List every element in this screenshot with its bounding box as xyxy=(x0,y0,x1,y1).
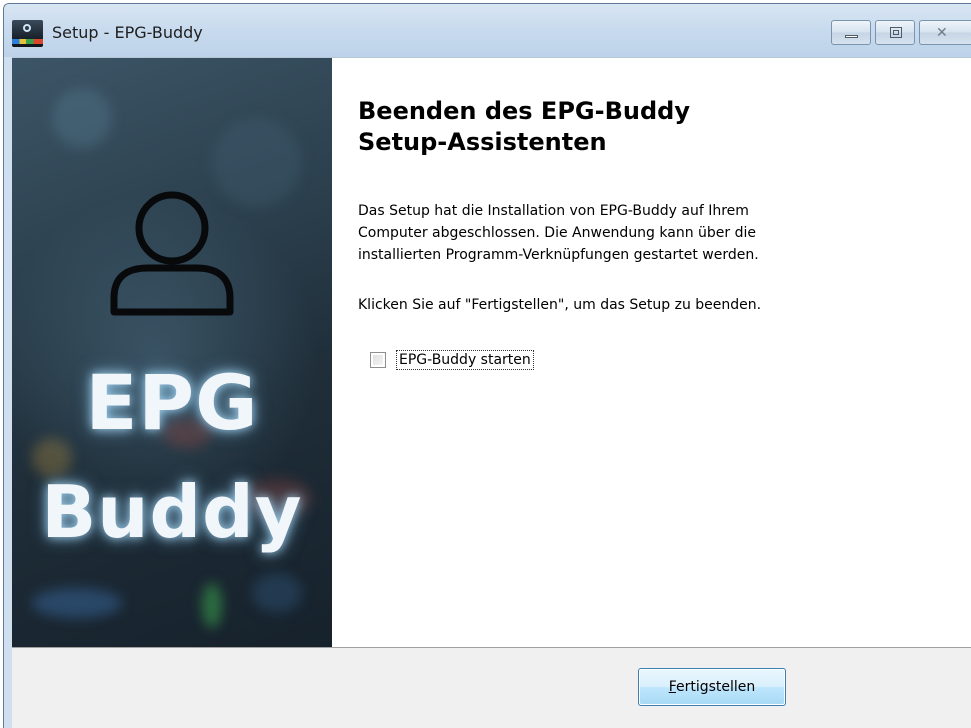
finish-accelerator: F xyxy=(668,679,676,695)
finish-button[interactable]: Fertigstellen xyxy=(638,668,786,706)
maximize-button[interactable] xyxy=(875,20,915,45)
finish-label-rest: ertigstellen xyxy=(676,679,756,695)
person-icon xyxy=(110,191,234,316)
page-heading: Beenden des EPG-Buddy Setup-Assistenten xyxy=(358,96,938,158)
epg-buddy-app-icon[interactable] xyxy=(12,20,43,47)
banner-logo-buddy: Buddy xyxy=(41,470,303,554)
title-bar[interactable]: Setup - EPG-Buddy ✕ xyxy=(4,4,971,57)
wizard-footer: Fertigstellen xyxy=(12,647,971,728)
launch-app-label[interactable]: EPG-Buddy starten xyxy=(396,350,534,370)
wizard-content: EPG Buddy Beenden des EPG-Buddy Setup-As… xyxy=(12,57,971,648)
heading-line-1: Beenden des EPG-Buddy xyxy=(358,97,690,125)
heading-line-2: Setup-Assistenten xyxy=(358,128,607,156)
minimize-icon xyxy=(845,35,858,38)
launch-app-checkbox[interactable] xyxy=(370,352,386,368)
setup-window: Setup - EPG-Buddy ✕ EPG Buddy Beenden de… xyxy=(3,3,971,728)
close-button[interactable]: ✕ xyxy=(919,20,971,45)
completion-message: Das Setup hat die Installation von EPG-B… xyxy=(358,200,938,266)
launch-app-option[interactable]: EPG-Buddy starten xyxy=(370,350,534,370)
window-title: Setup - EPG-Buddy xyxy=(52,23,203,42)
finish-instruction: Klicken Sie auf "Fertigstellen", um das … xyxy=(358,297,762,313)
maximize-icon xyxy=(890,27,902,38)
completion-line-3: installierten Programm-Verknüpfungen ges… xyxy=(358,247,759,263)
minimize-button[interactable] xyxy=(831,20,871,45)
banner-logo-epg: EPG xyxy=(85,358,259,447)
completion-line-2: Computer abgeschlossen. Die Anwendung ka… xyxy=(358,225,757,241)
caption-buttons: ✕ xyxy=(827,20,971,46)
wizard-banner-image: EPG Buddy xyxy=(12,58,332,648)
completion-line-1: Das Setup hat die Installation von EPG-B… xyxy=(358,203,749,219)
close-icon: ✕ xyxy=(936,25,948,41)
